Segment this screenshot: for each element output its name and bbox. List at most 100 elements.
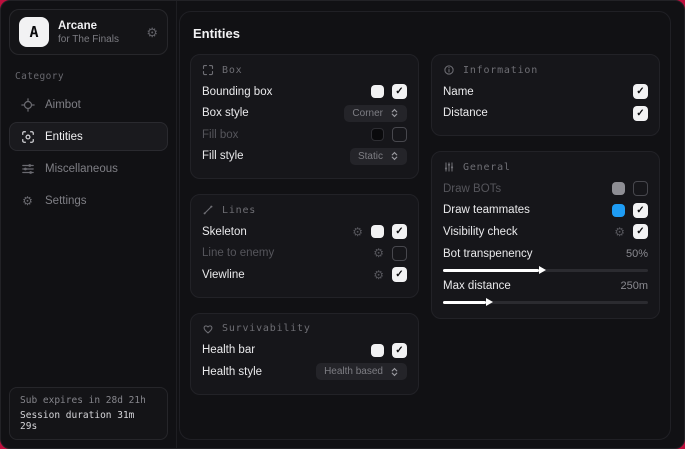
card-title: Box xyxy=(222,65,242,76)
fill-style-row: Fill style Static xyxy=(202,146,407,168)
sidebar-item-aimbot[interactable]: Aimbot xyxy=(9,90,168,119)
slider-fill xyxy=(443,269,539,272)
box-card: Box Bounding box ✓ Box style xyxy=(190,54,419,179)
row-label: Fill style xyxy=(202,150,244,162)
select-value: Static xyxy=(358,151,383,162)
session-duration-text: Session duration 31m 29s xyxy=(20,410,157,432)
health-bar-row: Health bar ✓ xyxy=(202,340,407,362)
fill-box-row: Fill box xyxy=(202,124,407,146)
gear-icon[interactable]: ⚙ xyxy=(373,247,384,259)
equalizer-icon xyxy=(443,161,455,173)
row-label: Viewline xyxy=(202,269,245,281)
gear-icon[interactable]: ⚙ xyxy=(352,226,363,238)
row-label: Distance xyxy=(443,107,488,119)
line-to-enemy-row: Line to enemy ⚙ xyxy=(202,243,407,265)
check-icon: ✓ xyxy=(636,226,644,237)
row-label: Name xyxy=(443,86,474,98)
draw-bots-row: Draw BOTs xyxy=(443,178,648,200)
diagonal-line-icon xyxy=(202,204,214,216)
row-label: Health style xyxy=(202,366,262,378)
category-label: Category xyxy=(15,71,162,82)
slider-thumb[interactable] xyxy=(539,266,546,274)
draw-teammates-checkbox[interactable]: ✓ xyxy=(633,203,648,218)
sidebar-item-miscellaneous[interactable]: Miscellaneous xyxy=(9,154,168,183)
row-label: Visibility check xyxy=(443,226,518,238)
entities-panel: Entities Box Bounding box xyxy=(179,11,671,440)
color-swatch[interactable] xyxy=(371,128,384,141)
health-style-row: Health style Health based xyxy=(202,361,407,383)
name-row: Name ✓ xyxy=(443,81,648,103)
bounding-box-row: Bounding box ✓ xyxy=(202,81,407,103)
subscription-info-card: Sub expires in 28d 21h Session duration … xyxy=(9,387,168,440)
color-swatch[interactable] xyxy=(371,344,384,357)
sub-expires-text: Sub expires in 28d 21h xyxy=(20,395,157,406)
general-card-header: General xyxy=(443,161,648,173)
slider-fill xyxy=(443,301,486,304)
skeleton-checkbox[interactable]: ✓ xyxy=(392,224,407,239)
gear-icon: ⚙ xyxy=(20,193,35,208)
app-window: A Arcane for The Finals ⚙ Category Aimbo… xyxy=(0,0,685,449)
bot-transparency-control: Bot transpenency 50% xyxy=(443,243,648,275)
distance-checkbox[interactable]: ✓ xyxy=(633,106,648,121)
gear-icon[interactable]: ⚙ xyxy=(373,269,384,281)
survivability-card-header: Survivability xyxy=(202,323,407,335)
card-title: Information xyxy=(463,65,538,76)
app-title-block: Arcane for The Finals xyxy=(58,20,119,45)
row-label: Health bar xyxy=(202,344,255,356)
settings-gear-icon[interactable]: ⚙ xyxy=(146,26,158,39)
card-title: Lines xyxy=(222,205,256,216)
draw-bots-checkbox[interactable] xyxy=(633,181,648,196)
fill-style-select[interactable]: Static xyxy=(350,148,407,165)
heart-icon xyxy=(202,323,214,335)
box-card-header: Box xyxy=(202,64,407,76)
check-icon: ✓ xyxy=(395,86,403,97)
health-bar-checkbox[interactable]: ✓ xyxy=(392,343,407,358)
sidebar-item-label: Miscellaneous xyxy=(45,163,118,175)
color-swatch[interactable] xyxy=(371,225,384,238)
bot-transparency-slider[interactable] xyxy=(443,269,648,272)
unfold-icon xyxy=(390,151,399,161)
sidebar-item-label: Entities xyxy=(45,131,83,143)
row-label: Bounding box xyxy=(202,86,272,98)
app-name: Arcane xyxy=(58,20,119,32)
line-to-enemy-checkbox[interactable] xyxy=(392,246,407,261)
color-swatch[interactable] xyxy=(612,204,625,217)
max-distance-slider[interactable] xyxy=(443,301,648,304)
general-card: General Draw BOTs Draw teammates xyxy=(431,151,660,319)
visibility-check-row: Visibility check ⚙ ✓ xyxy=(443,221,648,243)
page-title: Entities xyxy=(193,26,660,41)
row-label: Fill box xyxy=(202,129,238,141)
max-distance-control: Max distance 250m xyxy=(443,275,648,307)
row-label: Bot transpenency xyxy=(443,248,533,260)
sidebar-item-label: Aimbot xyxy=(45,99,81,111)
select-value: Corner xyxy=(352,108,383,119)
visibility-check-checkbox[interactable]: ✓ xyxy=(633,224,648,239)
app-header-card: A Arcane for The Finals ⚙ xyxy=(9,9,168,55)
lines-card-header: Lines xyxy=(202,204,407,216)
viewline-checkbox[interactable]: ✓ xyxy=(392,267,407,282)
health-style-select[interactable]: Health based xyxy=(316,363,407,380)
sidebar-item-settings[interactable]: ⚙ Settings xyxy=(9,186,168,215)
sidebar: A Arcane for The Finals ⚙ Category Aimbo… xyxy=(1,1,177,448)
bounding-box-checkbox[interactable]: ✓ xyxy=(392,84,407,99)
row-label: Draw BOTs xyxy=(443,183,501,195)
row-label: Max distance xyxy=(443,280,511,292)
slider-thumb[interactable] xyxy=(486,298,493,306)
color-swatch[interactable] xyxy=(371,85,384,98)
sidebar-item-entities[interactable]: Entities xyxy=(9,122,168,151)
box-corners-icon xyxy=(202,64,214,76)
unfold-icon xyxy=(390,367,399,377)
check-icon: ✓ xyxy=(636,86,644,97)
color-swatch[interactable] xyxy=(612,182,625,195)
survivability-card: Survivability Health bar ✓ Health style xyxy=(190,313,419,395)
name-checkbox[interactable]: ✓ xyxy=(633,84,648,99)
check-icon: ✓ xyxy=(636,205,644,216)
fill-box-checkbox[interactable] xyxy=(392,127,407,142)
row-label: Skeleton xyxy=(202,226,247,238)
row-label: Line to enemy xyxy=(202,247,274,259)
gear-icon[interactable]: ⚙ xyxy=(614,226,625,238)
unfold-icon xyxy=(390,108,399,118)
right-column: Information Name ✓ Distance ✓ xyxy=(431,54,660,395)
box-style-select[interactable]: Corner xyxy=(344,105,407,122)
check-icon: ✓ xyxy=(395,226,403,237)
